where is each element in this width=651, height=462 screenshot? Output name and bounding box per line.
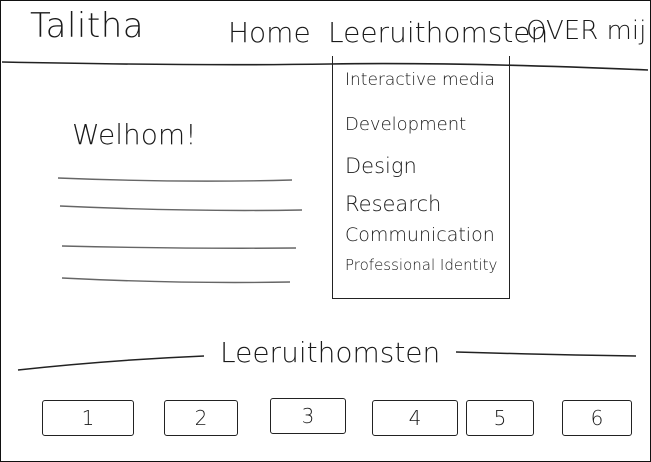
page-button-5[interactable]: 5 [466, 400, 534, 436]
nav-leeruithomsten[interactable]: Leeruithomsten [328, 16, 548, 49]
dropdown-item-design[interactable]: Design [345, 154, 417, 178]
section-title: Leeruithomsten [220, 336, 441, 369]
placeholder-line-3 [61, 245, 297, 249]
dropdown-item-communication[interactable]: Communication [345, 224, 495, 246]
brand-logo[interactable]: Talitha [30, 6, 144, 46]
nav-over-mij[interactable]: OVER mij [526, 16, 646, 46]
page-button-2[interactable]: 2 [164, 400, 238, 436]
sketch-lines [1, 61, 649, 371]
placeholder-line-4 [61, 277, 291, 284]
page-button-3[interactable]: 3 [270, 398, 346, 434]
page-button-4[interactable]: 4 [372, 400, 458, 436]
placeholder-line-2 [59, 205, 303, 212]
page-button-1[interactable]: 1 [42, 400, 134, 436]
dropdown-item-research[interactable]: Research [345, 192, 441, 216]
section-divider-left [17, 355, 205, 371]
nav-home[interactable]: Home [228, 16, 311, 49]
dropdown-item-development[interactable]: Development [345, 114, 466, 135]
page-button-6[interactable]: 6 [562, 400, 632, 436]
header-divider [1, 61, 649, 71]
welcome-heading: Welhom! [72, 118, 197, 151]
placeholder-line-1 [57, 177, 293, 182]
dropdown-item-professional-identity[interactable]: Professional Identity [345, 256, 497, 274]
leeruithomsten-dropdown: Interactive media Development Design Res… [332, 56, 510, 299]
dropdown-item-interactive-media[interactable]: Interactive media [345, 70, 495, 90]
section-divider-right [455, 351, 637, 357]
